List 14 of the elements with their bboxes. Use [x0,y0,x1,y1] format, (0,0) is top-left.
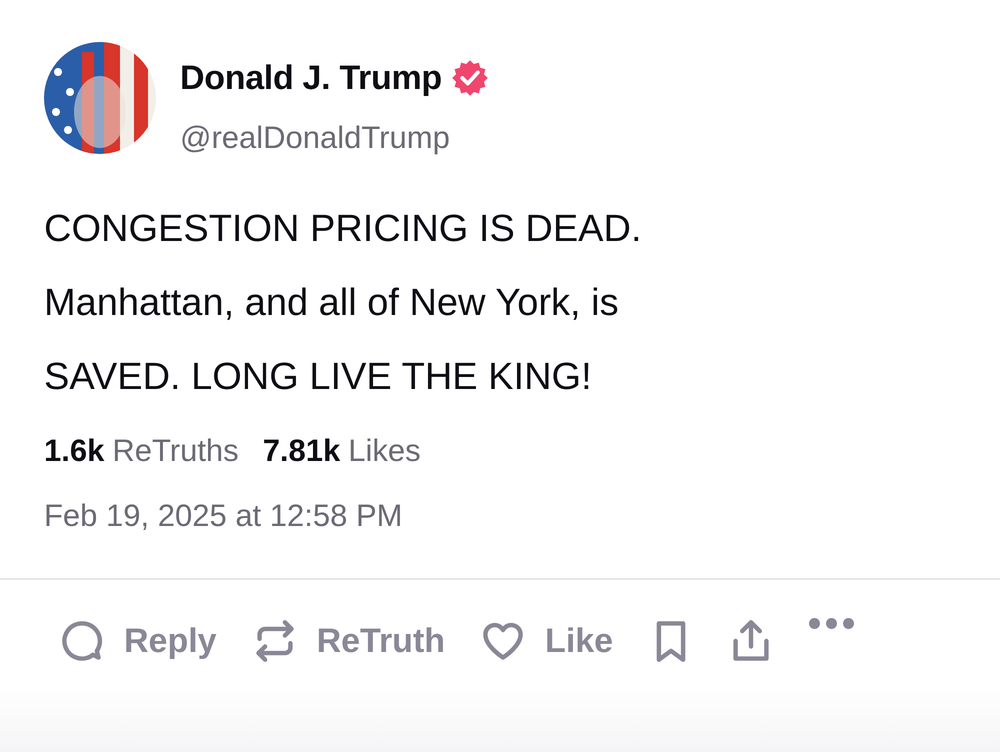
more-button[interactable] [809,618,854,629]
stat-label: ReTruths [112,432,239,470]
reply-button[interactable]: Reply [60,618,217,664]
stat-count: 1.6k [44,432,104,470]
reply-icon [60,618,104,664]
author-name: Donald J. Trump [180,61,442,95]
retruth-button[interactable]: ReTruth [252,618,446,664]
post-timestamp: Feb 19, 2025 at 12:58 PM [44,496,404,534]
more-icon [809,618,854,629]
like-button[interactable]: Like [481,618,614,664]
stat-label: Likes [348,432,421,470]
post-text: CONGESTION PRICING IS DEAD. Manhattan, and all of New York, is SAVED. LONG LIVE THE KING! [44,207,643,400]
stat-count: 7.81k [262,432,340,470]
author-handle: @realDonaldTrump [180,122,451,153]
